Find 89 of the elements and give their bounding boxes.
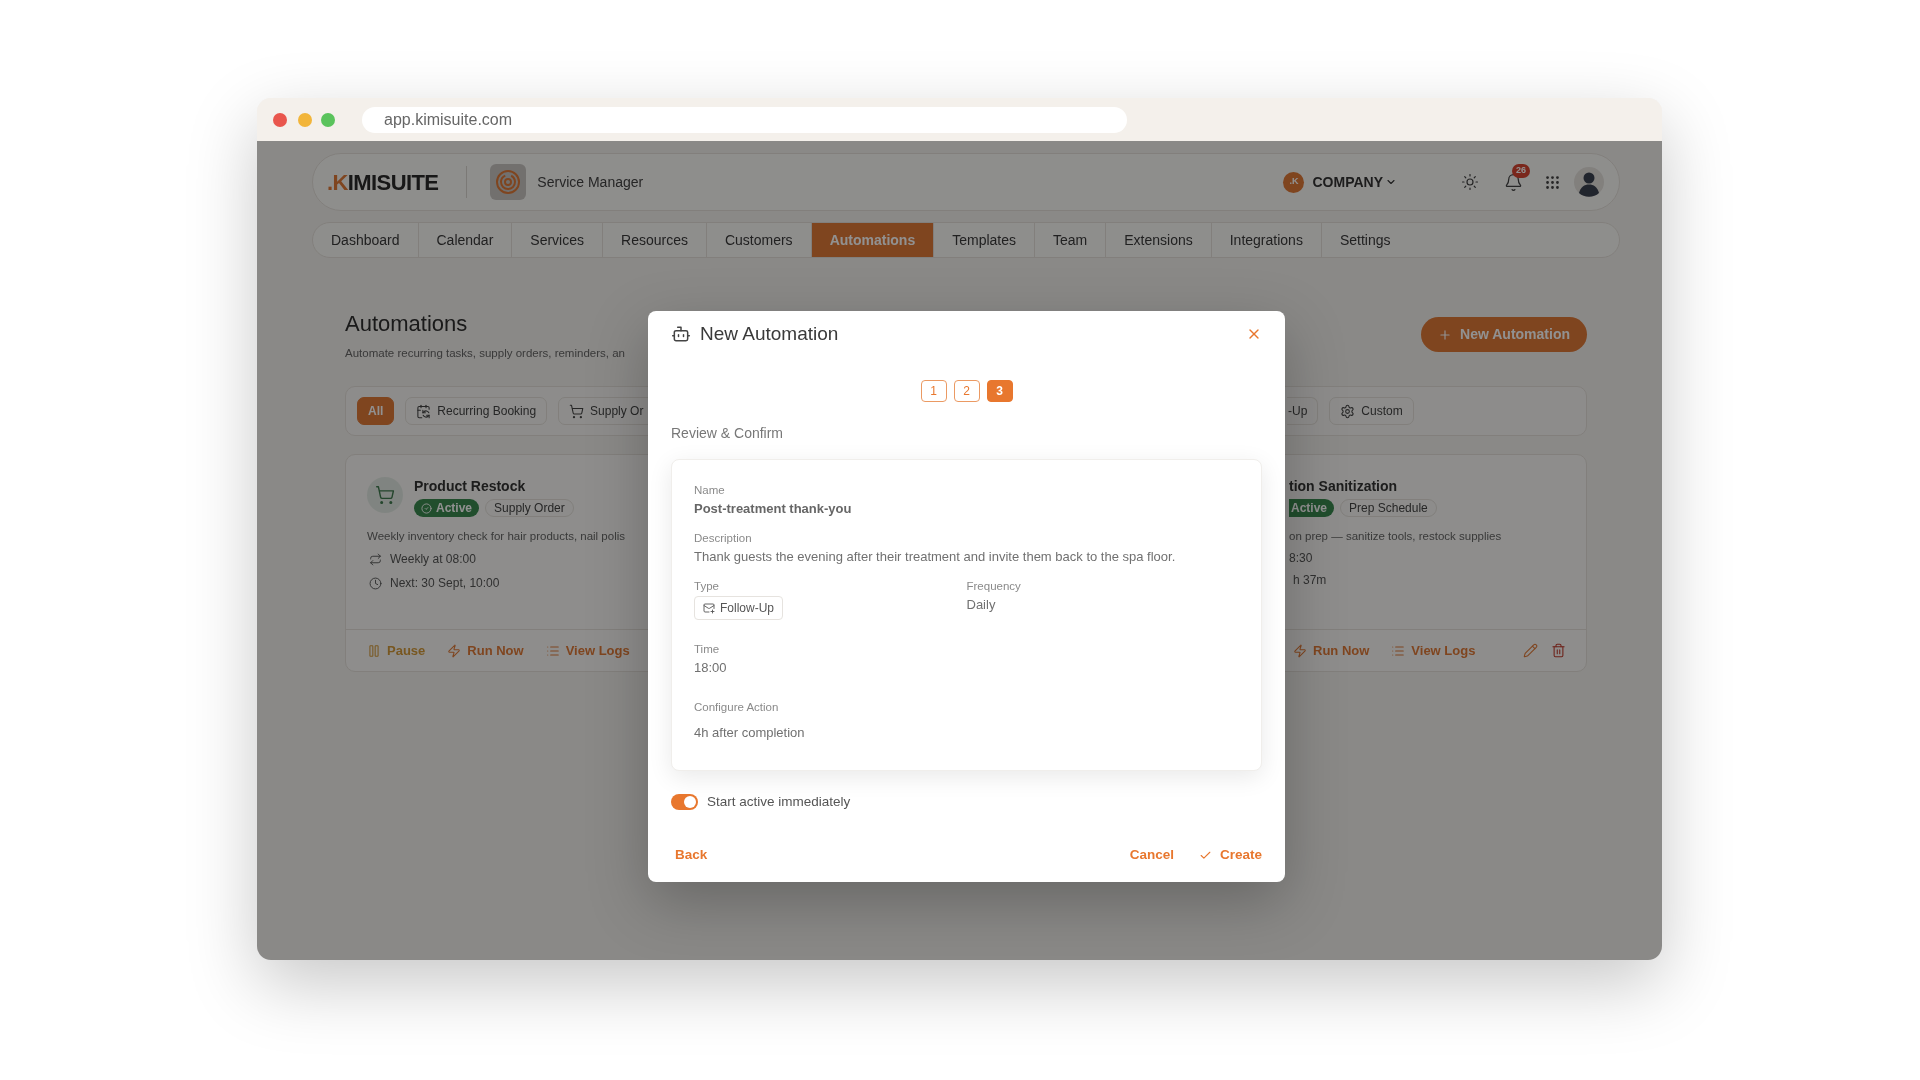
- apps-grid-button[interactable]: [1544, 173, 1561, 191]
- card-description: on prep — sanitize tools, restock supplies: [1289, 529, 1502, 544]
- sun-icon: [1461, 173, 1479, 191]
- window-minimize-button[interactable]: [298, 112, 312, 127]
- start-active-toggle[interactable]: [671, 794, 698, 811]
- app-name: Service Manager: [537, 172, 644, 192]
- company-name: COMPANY: [1312, 172, 1383, 192]
- step-indicator: 3: [986, 380, 1013, 402]
- card-title: tion Sanitization: [1289, 477, 1398, 495]
- trash-icon: [1551, 643, 1566, 658]
- brand-logo[interactable]: .KIMISUITE: [327, 165, 439, 199]
- card-title: Product Restock: [414, 477, 527, 495]
- delete-button[interactable]: [1551, 643, 1566, 658]
- pencil-icon: [1523, 643, 1538, 658]
- field-label: Name: [694, 483, 725, 498]
- status-label: Active: [436, 500, 473, 517]
- robot-icon: [671, 324, 691, 344]
- next-run-text: Next: 30 Sept, 10:00: [390, 575, 500, 592]
- nav-tab[interactable]: Integrations: [1211, 223, 1322, 257]
- repeat-icon: [369, 552, 382, 566]
- calendar-icon: [416, 403, 432, 419]
- next-run-text: h 37m: [1293, 572, 1327, 588]
- nav-tab[interactable]: Team: [1035, 223, 1107, 257]
- mail-plus-icon: [703, 602, 715, 614]
- filter-chip[interactable]: -Up: [1287, 397, 1319, 425]
- nav-tab[interactable]: Customers: [706, 223, 812, 257]
- cart-icon: [367, 477, 403, 513]
- gear-icon: [1340, 403, 1356, 419]
- card-description: Weekly inventory check for hair products, nail polis: [367, 529, 625, 544]
- nav-tab[interactable]: Services: [512, 223, 603, 257]
- dialog-title: New Automation: [700, 321, 839, 346]
- action-value: 4h after completion: [694, 724, 805, 742]
- type-value: Follow-Up: [720, 600, 774, 617]
- back-button[interactable]: Back: [675, 845, 708, 866]
- filter-chip[interactable]: Custom: [1329, 397, 1414, 425]
- window-close-button[interactable]: [273, 112, 287, 127]
- pause-icon: [367, 643, 381, 658]
- category-tag: Prep Schedule: [1340, 499, 1437, 517]
- notifications-button[interactable]: [1504, 172, 1523, 192]
- page-title: Automations: [345, 310, 468, 338]
- list-icon: [545, 643, 560, 658]
- time-value: 18:00: [694, 659, 727, 677]
- nav-tab[interactable]: Automations: [811, 223, 935, 257]
- nav-tab[interactable]: Settings: [1321, 223, 1409, 257]
- list-icon: [1391, 643, 1406, 658]
- new-automation-button[interactable]: New Automation: [1421, 317, 1587, 352]
- plus-icon: [1438, 327, 1453, 342]
- bell-icon: [1504, 172, 1523, 192]
- field-label: Description: [694, 531, 752, 546]
- section-title: Review & Confirm: [671, 424, 784, 443]
- nav-tab[interactable]: Templates: [934, 223, 1035, 257]
- check-circle-icon: [421, 502, 432, 514]
- theme-toggle-button[interactable]: [1461, 173, 1479, 191]
- frequency-value: Daily: [966, 596, 996, 614]
- cart-icon: [569, 403, 585, 419]
- filter-chip[interactable]: All: [357, 397, 395, 425]
- window-maximize-button[interactable]: [321, 112, 335, 127]
- field-label: Time: [694, 642, 720, 657]
- lightning-icon: [447, 643, 462, 658]
- category-tag: Supply Order: [485, 499, 574, 517]
- edit-button[interactable]: [1523, 643, 1538, 658]
- description-value: Thank guests the evening after their treatment and invite them back to the spa floor.: [694, 548, 1176, 566]
- nav-tab[interactable]: Extensions: [1106, 223, 1212, 257]
- company-avatar: .K: [1283, 171, 1305, 193]
- field-label: Configure Action: [694, 700, 779, 715]
- filter-chip[interactable]: Recurring Booking: [405, 397, 548, 425]
- lightning-icon: [1293, 643, 1307, 658]
- toggle-label: Start active immediately: [707, 793, 851, 811]
- step-indicator: 1: [920, 380, 947, 402]
- schedule-text: 8:30: [1289, 550, 1313, 566]
- grid-dots-icon: [1544, 173, 1561, 191]
- avatar-icon[interactable]: [1574, 167, 1604, 197]
- nav-tab[interactable]: Resources: [603, 223, 707, 257]
- field-label: Frequency: [966, 579, 1021, 594]
- name-value: Post-treatment thank-you: [694, 500, 852, 518]
- page-subtitle: Automate recurring tasks, supply orders, reminders, an: [345, 346, 625, 361]
- notification-count: 26: [1512, 163, 1530, 178]
- status-label: Active: [1291, 500, 1328, 517]
- field-label: Type: [694, 579, 719, 594]
- create-button[interactable]: Create: [1198, 845, 1262, 866]
- clock-icon: [369, 576, 382, 590]
- schedule-text: Weekly at 08:00: [390, 551, 476, 568]
- company-switcher[interactable]: .K COMPANY: [1283, 171, 1397, 193]
- address-bar[interactable]: app.kimisuite.com: [362, 106, 1127, 133]
- spiral-logo-icon: [490, 164, 527, 200]
- nav-tab[interactable]: Dashboard: [313, 223, 419, 257]
- cancel-button[interactable]: Cancel: [1129, 845, 1174, 866]
- step-indicator: 2: [953, 380, 980, 402]
- nav-tab[interactable]: Calendar: [418, 223, 513, 257]
